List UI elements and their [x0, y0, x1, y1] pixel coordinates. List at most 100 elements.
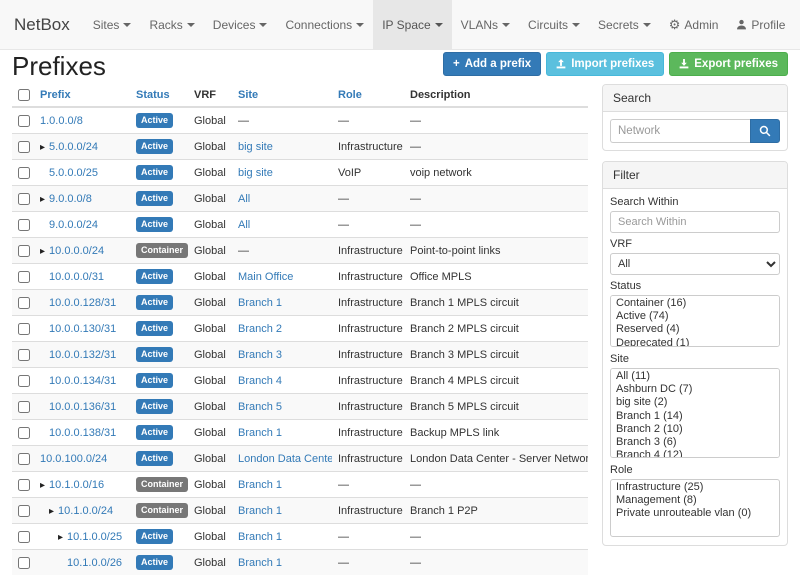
row-checkbox[interactable]: [18, 193, 30, 205]
row-checkbox[interactable]: [18, 219, 30, 231]
nav-item-label: Profile: [751, 18, 785, 32]
filter-option[interactable]: Reserved (4): [612, 323, 778, 336]
row-checkbox[interactable]: [18, 453, 30, 465]
nav-item-devices[interactable]: Devices: [204, 0, 277, 49]
site-link[interactable]: Branch 1: [238, 479, 282, 491]
row-checkbox[interactable]: [18, 271, 30, 283]
row-checkbox[interactable]: [18, 297, 30, 309]
row-checkbox[interactable]: [18, 167, 30, 179]
vrf-select[interactable]: All: [610, 253, 780, 275]
row-checkbox[interactable]: [18, 141, 30, 153]
description-cell: Branch 2 MPLS circuit: [404, 316, 588, 342]
search-input[interactable]: [610, 119, 750, 143]
site-link[interactable]: Branch 2: [238, 323, 282, 335]
row-checkbox[interactable]: [18, 557, 30, 569]
nav-item-connections[interactable]: Connections: [276, 0, 373, 49]
status-badge: Container: [136, 243, 188, 258]
export-prefixes-button[interactable]: Export prefixes: [669, 52, 788, 76]
nav-item-secrets[interactable]: Secrets: [589, 0, 660, 49]
filter-option[interactable]: Management (8): [612, 494, 778, 507]
filter-option[interactable]: Infrastructure (25): [612, 481, 778, 494]
row-checkbox[interactable]: [18, 349, 30, 361]
site-link[interactable]: Main Office: [238, 271, 293, 283]
site-link[interactable]: big site: [238, 141, 273, 153]
filter-option[interactable]: Branch 2 (10): [612, 423, 778, 436]
column-header-status[interactable]: Status: [130, 84, 188, 107]
column-header-role[interactable]: Role: [332, 84, 404, 107]
row-checkbox[interactable]: [18, 427, 30, 439]
prefix-link[interactable]: 10.1.0.0/25: [67, 531, 122, 543]
site-link[interactable]: London Data Center: [238, 453, 332, 465]
prefix-link[interactable]: 5.0.0.0/24: [49, 141, 98, 153]
prefix-link[interactable]: 9.0.0.0/8: [49, 193, 92, 205]
row-checkbox[interactable]: [18, 323, 30, 335]
nav-item-ip-space[interactable]: IP Space: [373, 0, 451, 49]
prefix-link[interactable]: 5.0.0.0/25: [49, 167, 98, 179]
site-link[interactable]: big site: [238, 167, 273, 179]
filter-option[interactable]: Container (16): [612, 297, 778, 310]
filter-option[interactable]: Private unrouteable vlan (0): [612, 507, 778, 520]
prefix-cell: ▸9.0.0.0/8: [34, 186, 130, 212]
site-link[interactable]: Branch 5: [238, 401, 282, 413]
filter-option[interactable]: big site (2): [612, 396, 778, 409]
row-checkbox[interactable]: [18, 115, 30, 127]
prefix-link[interactable]: 10.0.0.136/31: [49, 401, 116, 413]
row-checkbox[interactable]: [18, 531, 30, 543]
search-within-field: Search Within: [610, 196, 780, 233]
filter-option[interactable]: Branch 1 (14): [612, 410, 778, 423]
nav-item-log-out[interactable]: Log out: [794, 0, 800, 49]
site-link[interactable]: Branch 1: [238, 531, 282, 543]
nav-item-sites[interactable]: Sites: [84, 0, 141, 49]
site-filter-select[interactable]: All (11)Ashburn DC (7)big site (2)Branch…: [610, 368, 780, 458]
import-prefixes-button[interactable]: Import prefixes: [546, 52, 664, 76]
prefix-link[interactable]: 10.0.0.0/24: [49, 245, 104, 257]
site-link[interactable]: Branch 1: [238, 557, 282, 569]
site-link[interactable]: Branch 1: [238, 427, 282, 439]
nav-item-admin[interactable]: ⚙Admin: [660, 0, 728, 49]
nav-item-vlans[interactable]: VLANs: [452, 0, 519, 49]
search-within-input[interactable]: [610, 211, 780, 233]
nav-item-profile[interactable]: Profile: [727, 0, 794, 49]
site-link[interactable]: All: [238, 219, 250, 231]
navbar-brand[interactable]: NetBox: [0, 0, 84, 49]
filter-option[interactable]: Ashburn DC (7): [612, 383, 778, 396]
prefix-link[interactable]: 1.0.0.0/8: [40, 115, 83, 127]
role-cell: Infrastructure: [332, 394, 404, 420]
filter-option[interactable]: All (11): [612, 370, 778, 383]
prefix-link[interactable]: 10.0.0.132/31: [49, 349, 116, 361]
prefix-link[interactable]: 10.0.0.0/31: [49, 271, 104, 283]
filter-option[interactable]: Deprecated (1): [612, 337, 778, 347]
role-filter-select[interactable]: Infrastructure (25)Management (8)Private…: [610, 479, 780, 537]
filter-option[interactable]: Branch 3 (6): [612, 436, 778, 449]
add-a-prefix-button[interactable]: +Add a prefix: [443, 52, 541, 76]
prefix-link[interactable]: 10.0.0.138/31: [49, 427, 116, 439]
prefix-link[interactable]: 9.0.0.0/24: [49, 219, 98, 231]
description-cell: —: [404, 472, 588, 498]
site-link[interactable]: Branch 1: [238, 297, 282, 309]
site-link[interactable]: All: [238, 193, 250, 205]
row-checkbox[interactable]: [18, 245, 30, 257]
row-checkbox[interactable]: [18, 375, 30, 387]
prefix-link[interactable]: 10.0.0.128/31: [49, 297, 116, 309]
description-cell: —: [404, 186, 588, 212]
row-checkbox[interactable]: [18, 479, 30, 491]
filter-option[interactable]: Branch 4 (12): [612, 449, 778, 458]
row-checkbox[interactable]: [18, 401, 30, 413]
nav-item-circuits[interactable]: Circuits: [519, 0, 589, 49]
prefix-link[interactable]: 10.0.100.0/24: [40, 453, 107, 465]
vrf-cell: Global: [188, 420, 232, 446]
search-button[interactable]: [750, 119, 780, 143]
status-filter-select[interactable]: Container (16)Active (74)Reserved (4)Dep…: [610, 295, 780, 347]
site-link[interactable]: Branch 4: [238, 375, 282, 387]
site-link[interactable]: Branch 3: [238, 349, 282, 361]
prefix-link[interactable]: 10.1.0.0/16: [49, 479, 104, 491]
prefix-link[interactable]: 10.1.0.0/26: [67, 557, 122, 569]
prefix-link[interactable]: 10.0.0.134/31: [49, 375, 116, 387]
role-cell: Infrastructure: [332, 342, 404, 368]
nav-item-racks[interactable]: Racks: [140, 0, 203, 49]
column-header-site[interactable]: Site: [232, 84, 332, 107]
prefix-link[interactable]: 10.0.0.130/31: [49, 323, 116, 335]
select-all-checkbox[interactable]: [18, 89, 30, 101]
filter-option[interactable]: Active (74): [612, 310, 778, 323]
column-header-prefix[interactable]: Prefix: [34, 84, 130, 107]
